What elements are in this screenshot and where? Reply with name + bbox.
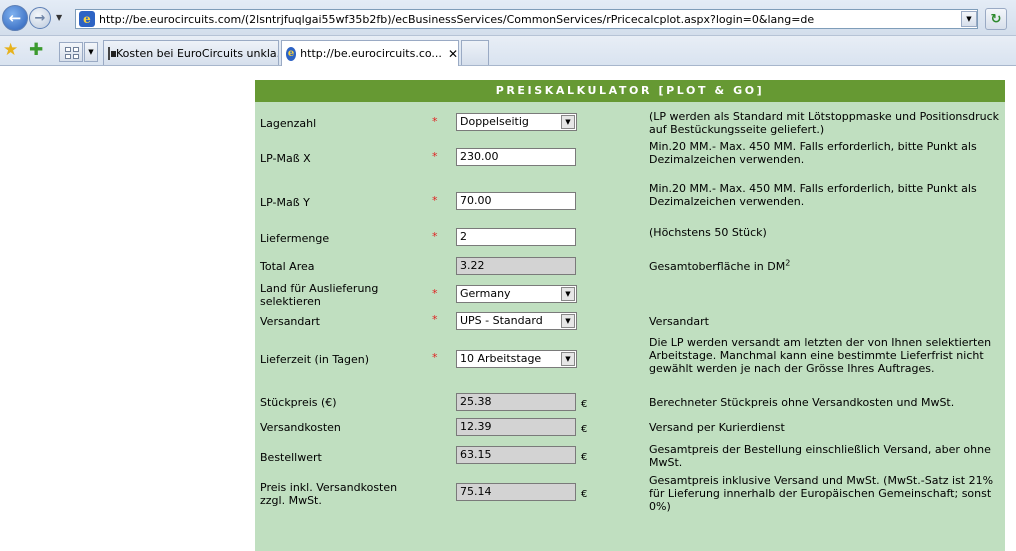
arrow-right-icon: → <box>34 10 46 26</box>
lagenzahl-select[interactable]: Doppelseitig ▼ <box>456 113 577 131</box>
tab-eurocircuits-costs[interactable]: Kosten bei EuroCircuits unkla... <box>103 40 279 65</box>
address-dropdown-button[interactable]: ▼ <box>961 11 977 27</box>
versandart-desc: Versandart <box>649 315 709 328</box>
tab-active-calculator[interactable]: e http://be.eurocircuits.co... ✕ <box>281 40 459 66</box>
lagenzahl-value: Doppelseitig <box>460 115 529 128</box>
required-marker: * <box>432 287 438 300</box>
required-marker: * <box>432 230 438 243</box>
bestellwert-value: 63.15 <box>456 446 576 464</box>
lieferzeit-desc: Die LP werden versandt am letzten der vo… <box>649 336 992 375</box>
lp-mass-y-input[interactable]: 70.00 <box>456 192 576 210</box>
row-land: Land für Auslieferung selektieren * Germ… <box>255 281 1005 309</box>
ie-page-icon: e <box>79 11 95 27</box>
quick-tabs-button[interactable] <box>59 42 83 62</box>
chevron-down-icon[interactable]: ▼ <box>561 115 575 129</box>
bestellwert-label: Bestellwert <box>260 451 322 464</box>
required-marker: * <box>432 194 438 207</box>
lp-mass-x-input[interactable]: 230.00 <box>456 148 576 166</box>
versandkosten-label: Versandkosten <box>260 421 341 434</box>
versandart-value: UPS - Standard <box>460 314 543 327</box>
required-marker: * <box>432 313 438 326</box>
euro-symbol: € <box>581 489 588 500</box>
row-versandkosten: Versandkosten 12.39 € Versand per Kurier… <box>255 416 1005 442</box>
forward-button[interactable]: → <box>29 7 51 29</box>
chevron-down-icon[interactable]: ▼ <box>561 314 575 328</box>
lieferzeit-label: Lieferzeit (in Tagen) <box>260 353 369 366</box>
browser-nav-bar: ← → ▼ e http://be.eurocircuits.com/(2lsn… <box>0 0 1016 36</box>
total-area-desc: Gesamtoberfläche in DM2 <box>649 258 1005 273</box>
price-calculator: PREISKALKULATOR [PLOT & GO] Lagenzahl * … <box>255 80 1005 551</box>
address-url[interactable]: http://be.eurocircuits.com/(2lsntrjfuqlg… <box>99 13 814 26</box>
row-stueckpreis: Stückpreis (€) 25.38 € Berechneter Stück… <box>255 390 1005 416</box>
required-marker: * <box>432 115 438 128</box>
row-lp-mass-x: LP-Maß X * 230.00 Min.20 MM.- Max. 450 M… <box>255 140 1005 176</box>
lp-mass-y-label: LP-Maß Y <box>260 196 310 209</box>
refresh-icon: ↻ <box>990 11 1002 27</box>
new-tab-button[interactable] <box>461 40 489 65</box>
bestellwert-desc: Gesamtpreis der Bestellung einschließlic… <box>649 443 991 469</box>
tab-list-dropdown[interactable]: ▼ <box>84 42 98 62</box>
row-total-area: Total Area 3.22 Gesamtoberfläche in DM2 <box>255 254 1005 278</box>
euro-symbol: € <box>581 452 588 463</box>
ie-tab-icon: e <box>286 46 297 61</box>
versandart-label: Versandart <box>260 315 320 328</box>
liefermenge-desc: (Höchstens 50 Stück) <box>649 226 767 239</box>
address-bar[interactable]: e http://be.eurocircuits.com/(2lsntrjfuq… <box>75 9 978 29</box>
browser-tab-bar: ★ ✚ ▼ Kosten bei EuroCircuits unkla... e… <box>0 36 1016 66</box>
versandkosten-value: 12.39 <box>456 418 576 436</box>
total-area-desc-sup: 2 <box>785 258 791 268</box>
tab-label: Kosten bei EuroCircuits unkla... <box>116 46 279 60</box>
arrow-left-icon: ← <box>8 9 22 27</box>
row-lieferzeit: Lieferzeit (in Tagen) * 10 Arbeitstage ▼… <box>255 336 1005 388</box>
stueckpreis-desc: Berechneter Stückpreis ohne Versandkoste… <box>649 396 955 409</box>
versandkosten-desc: Versand per Kurierdienst <box>649 421 785 434</box>
total-area-value: 3.22 <box>456 257 576 275</box>
euro-symbol: € <box>581 424 588 435</box>
required-marker: * <box>432 150 438 163</box>
chevron-down-icon[interactable]: ▼ <box>561 287 575 301</box>
preis-inkl-desc: Gesamtpreis inklusive Versand und MwSt. … <box>649 474 994 513</box>
close-tab-icon[interactable]: ✕ <box>448 47 458 61</box>
liefermenge-input[interactable]: 2 <box>456 228 576 246</box>
required-marker: * <box>432 351 438 364</box>
lieferzeit-value: 10 Arbeitstage <box>460 352 542 365</box>
land-value: Germany <box>460 287 511 300</box>
tab-label: http://be.eurocircuits.co... <box>300 47 442 60</box>
lagenzahl-desc: (LP werden als Standard mit Lötstoppmask… <box>649 110 1000 136</box>
row-liefermenge: Liefermenge * 2 (Höchstens 50 Stück) <box>255 224 1005 250</box>
row-versandart: Versandart * UPS - Standard ▼ Versandart <box>255 310 1005 334</box>
lp-mass-x-desc: Min.20 MM.- Max. 450 MM. Falls erforderl… <box>649 140 977 166</box>
calculator-title: PREISKALKULATOR [PLOT & GO] <box>255 80 1005 102</box>
lagenzahl-label: Lagenzahl <box>260 117 317 130</box>
favorites-star-icon[interactable]: ★ <box>3 40 18 60</box>
chevron-down-icon[interactable]: ▼ <box>561 352 575 366</box>
preis-inkl-value: 75.14 <box>456 483 576 501</box>
row-lp-mass-y: LP-Maß Y * 70.00 Min.20 MM.- Max. 450 MM… <box>255 182 1005 218</box>
lp-mass-y-desc: Min.20 MM.- Max. 450 MM. Falls erforderl… <box>649 182 977 208</box>
back-button[interactable]: ← <box>2 5 28 31</box>
land-select[interactable]: Germany ▼ <box>456 285 577 303</box>
land-label: Land für Auslieferung selektieren <box>260 282 379 308</box>
add-favorite-icon[interactable]: ✚ <box>29 40 43 60</box>
total-area-label: Total Area <box>260 260 315 273</box>
history-dropdown-icon[interactable]: ▼ <box>56 13 62 22</box>
row-preis-inkl: Preis inkl. Versandkosten zzgl. MwSt. 75… <box>255 474 1005 518</box>
refresh-button[interactable]: ↻ <box>985 8 1007 30</box>
versandart-select[interactable]: UPS - Standard ▼ <box>456 312 577 330</box>
stueckpreis-label: Stückpreis (€) <box>260 396 337 409</box>
lp-mass-x-label: LP-Maß X <box>260 152 311 165</box>
row-bestellwert: Bestellwert 63.15 € Gesamtpreis der Best… <box>255 442 1005 472</box>
row-lagenzahl: Lagenzahl * Doppelseitig ▼ (LP werden al… <box>255 110 1005 138</box>
stueckpreis-value: 25.38 <box>456 393 576 411</box>
preis-inkl-label: Preis inkl. Versandkosten zzgl. MwSt. <box>260 481 398 507</box>
total-area-desc-text: Gesamtoberfläche in DM <box>649 260 786 273</box>
liefermenge-label: Liefermenge <box>260 232 330 245</box>
lieferzeit-select[interactable]: 10 Arbeitstage ▼ <box>456 350 577 368</box>
document-icon <box>108 46 116 60</box>
euro-symbol: € <box>581 399 588 410</box>
